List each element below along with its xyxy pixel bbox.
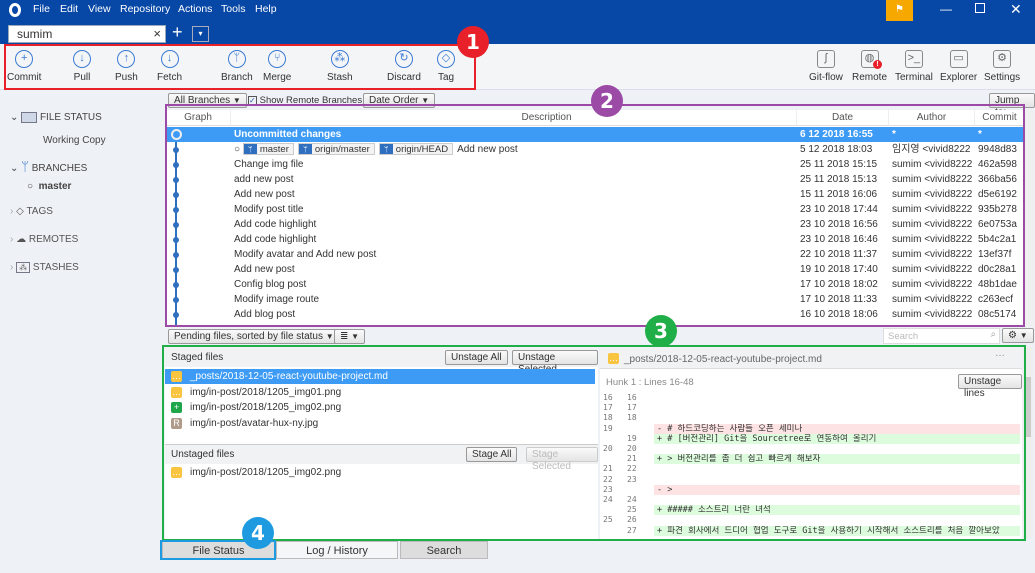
chevron-right-icon: ›: [10, 234, 14, 245]
search-icon: ⌕: [990, 329, 996, 340]
current-branch-icon: ○: [27, 181, 34, 192]
button-label: Terminal: [895, 72, 933, 83]
annotation-box-1: [4, 44, 476, 90]
pending-sort-dropdown[interactable]: Pending files, sorted by file status ▼: [168, 329, 340, 344]
sidebar-branches[interactable]: ⌄ ᛘ BRANCHES: [10, 159, 87, 174]
menu-repository[interactable]: Repository: [120, 3, 170, 15]
close-icon[interactable]: ×: [153, 26, 161, 41]
sidebar-working-copy[interactable]: Working Copy: [43, 135, 106, 146]
chevron-down-icon: ⌄: [10, 112, 19, 124]
add-tab-button[interactable]: +: [172, 22, 183, 43]
sidebar-branch-master[interactable]: ○ master: [27, 181, 71, 192]
chevron-right-icon: ›: [10, 206, 14, 217]
branch-label: master: [38, 181, 72, 192]
sidebar-label: STASHES: [32, 262, 79, 273]
sidebar-label: BRANCHES: [31, 163, 88, 174]
branch-icon: ᛘ: [21, 159, 29, 174]
sidebar-tags[interactable]: › ◇ TAGS: [10, 206, 53, 217]
menu-actions[interactable]: Actions: [178, 3, 212, 15]
remote-alert-badge: !: [873, 60, 882, 69]
annotation-badge-4: 4: [242, 517, 274, 549]
remote-button[interactable]: ◍ Remote: [852, 50, 887, 83]
menu-tools[interactable]: Tools: [221, 3, 246, 15]
dropdown-value: Pending files, sorted by file status: [174, 331, 323, 342]
button-label: Settings: [984, 72, 1021, 83]
sidebar-file-status[interactable]: ⌄ FILE STATUS: [10, 112, 102, 123]
button-label: Explorer: [940, 72, 978, 83]
sidebar-label: TAGS: [26, 206, 53, 217]
gear-icon: ⚙: [993, 50, 1012, 68]
repo-tab-label: sumim: [17, 27, 53, 41]
menu-file[interactable]: File: [33, 3, 50, 15]
tab-log-history[interactable]: Log / History: [276, 541, 398, 559]
tab-search[interactable]: Search: [400, 541, 488, 559]
gear-icon: ⚙: [1008, 330, 1017, 341]
settings-dropdown[interactable]: ⚙ ▼: [1002, 328, 1034, 343]
maximize-button[interactable]: [975, 3, 985, 13]
folder-icon: ▭: [949, 50, 968, 68]
cloud-icon: ☁: [16, 234, 27, 245]
terminal-icon: >_: [904, 50, 923, 68]
close-window-button[interactable]: ✕: [1010, 1, 1022, 18]
terminal-button[interactable]: >_ Terminal: [895, 50, 933, 83]
flag-button[interactable]: ⚑: [886, 0, 913, 21]
sidebar: ⌄ FILE STATUS Working Copy ⌄ ᛘ BRANCHES …: [0, 100, 160, 540]
settings-button[interactable]: ⚙ Settings: [984, 50, 1020, 83]
menu-help[interactable]: Help: [255, 3, 277, 15]
git-flow-icon: ∫: [816, 50, 835, 68]
chevron-right-icon: ›: [10, 262, 14, 273]
search-placeholder: Search: [888, 331, 919, 342]
caret-down-icon: ▼: [351, 332, 360, 341]
button-label: Remote: [852, 72, 888, 83]
menu-view[interactable]: View: [88, 3, 111, 15]
list-icon: ≣: [340, 331, 349, 342]
commit-scrollbar[interactable]: [1024, 110, 1034, 326]
title-bar: File Edit View Repository Actions Tools Help s…: [0, 0, 1035, 44]
search-input[interactable]: Search ⌕: [883, 328, 1000, 344]
git-flow-button[interactable]: ∫ Git-flow: [809, 50, 843, 83]
annotation-box-3: [162, 345, 1026, 541]
annotation-badge-2: 2: [591, 85, 623, 117]
menu-edit[interactable]: Edit: [60, 3, 78, 15]
annotation-badge-3: 3: [645, 315, 677, 347]
view-mode-dropdown[interactable]: ≣ ▼: [334, 329, 366, 344]
tab-dropdown-button[interactable]: ▾: [192, 26, 209, 42]
tag-icon: ◇: [16, 206, 24, 217]
sourcetree-logo: [9, 3, 21, 17]
annotation-badge-1: 1: [457, 26, 489, 58]
explorer-button[interactable]: ▭ Explorer: [940, 50, 977, 83]
sidebar-stashes[interactable]: › ⁂ STASHES: [10, 262, 79, 273]
repo-tab[interactable]: sumim ×: [8, 25, 166, 43]
monitor-icon: [21, 112, 38, 123]
sidebar-label: FILE STATUS: [39, 112, 102, 124]
sidebar-label: REMOTES: [28, 234, 79, 245]
button-label: Git-flow: [809, 72, 843, 83]
stash-icon: ⁂: [16, 262, 31, 273]
minimize-button[interactable]: —: [940, 2, 952, 16]
sidebar-remotes[interactable]: › ☁ REMOTES: [10, 234, 78, 245]
caret-down-icon: ▼: [325, 332, 334, 341]
annotation-box-2: [165, 104, 1025, 327]
caret-down-icon: ▼: [1019, 331, 1028, 340]
chevron-down-icon: ⌄: [10, 163, 19, 174]
